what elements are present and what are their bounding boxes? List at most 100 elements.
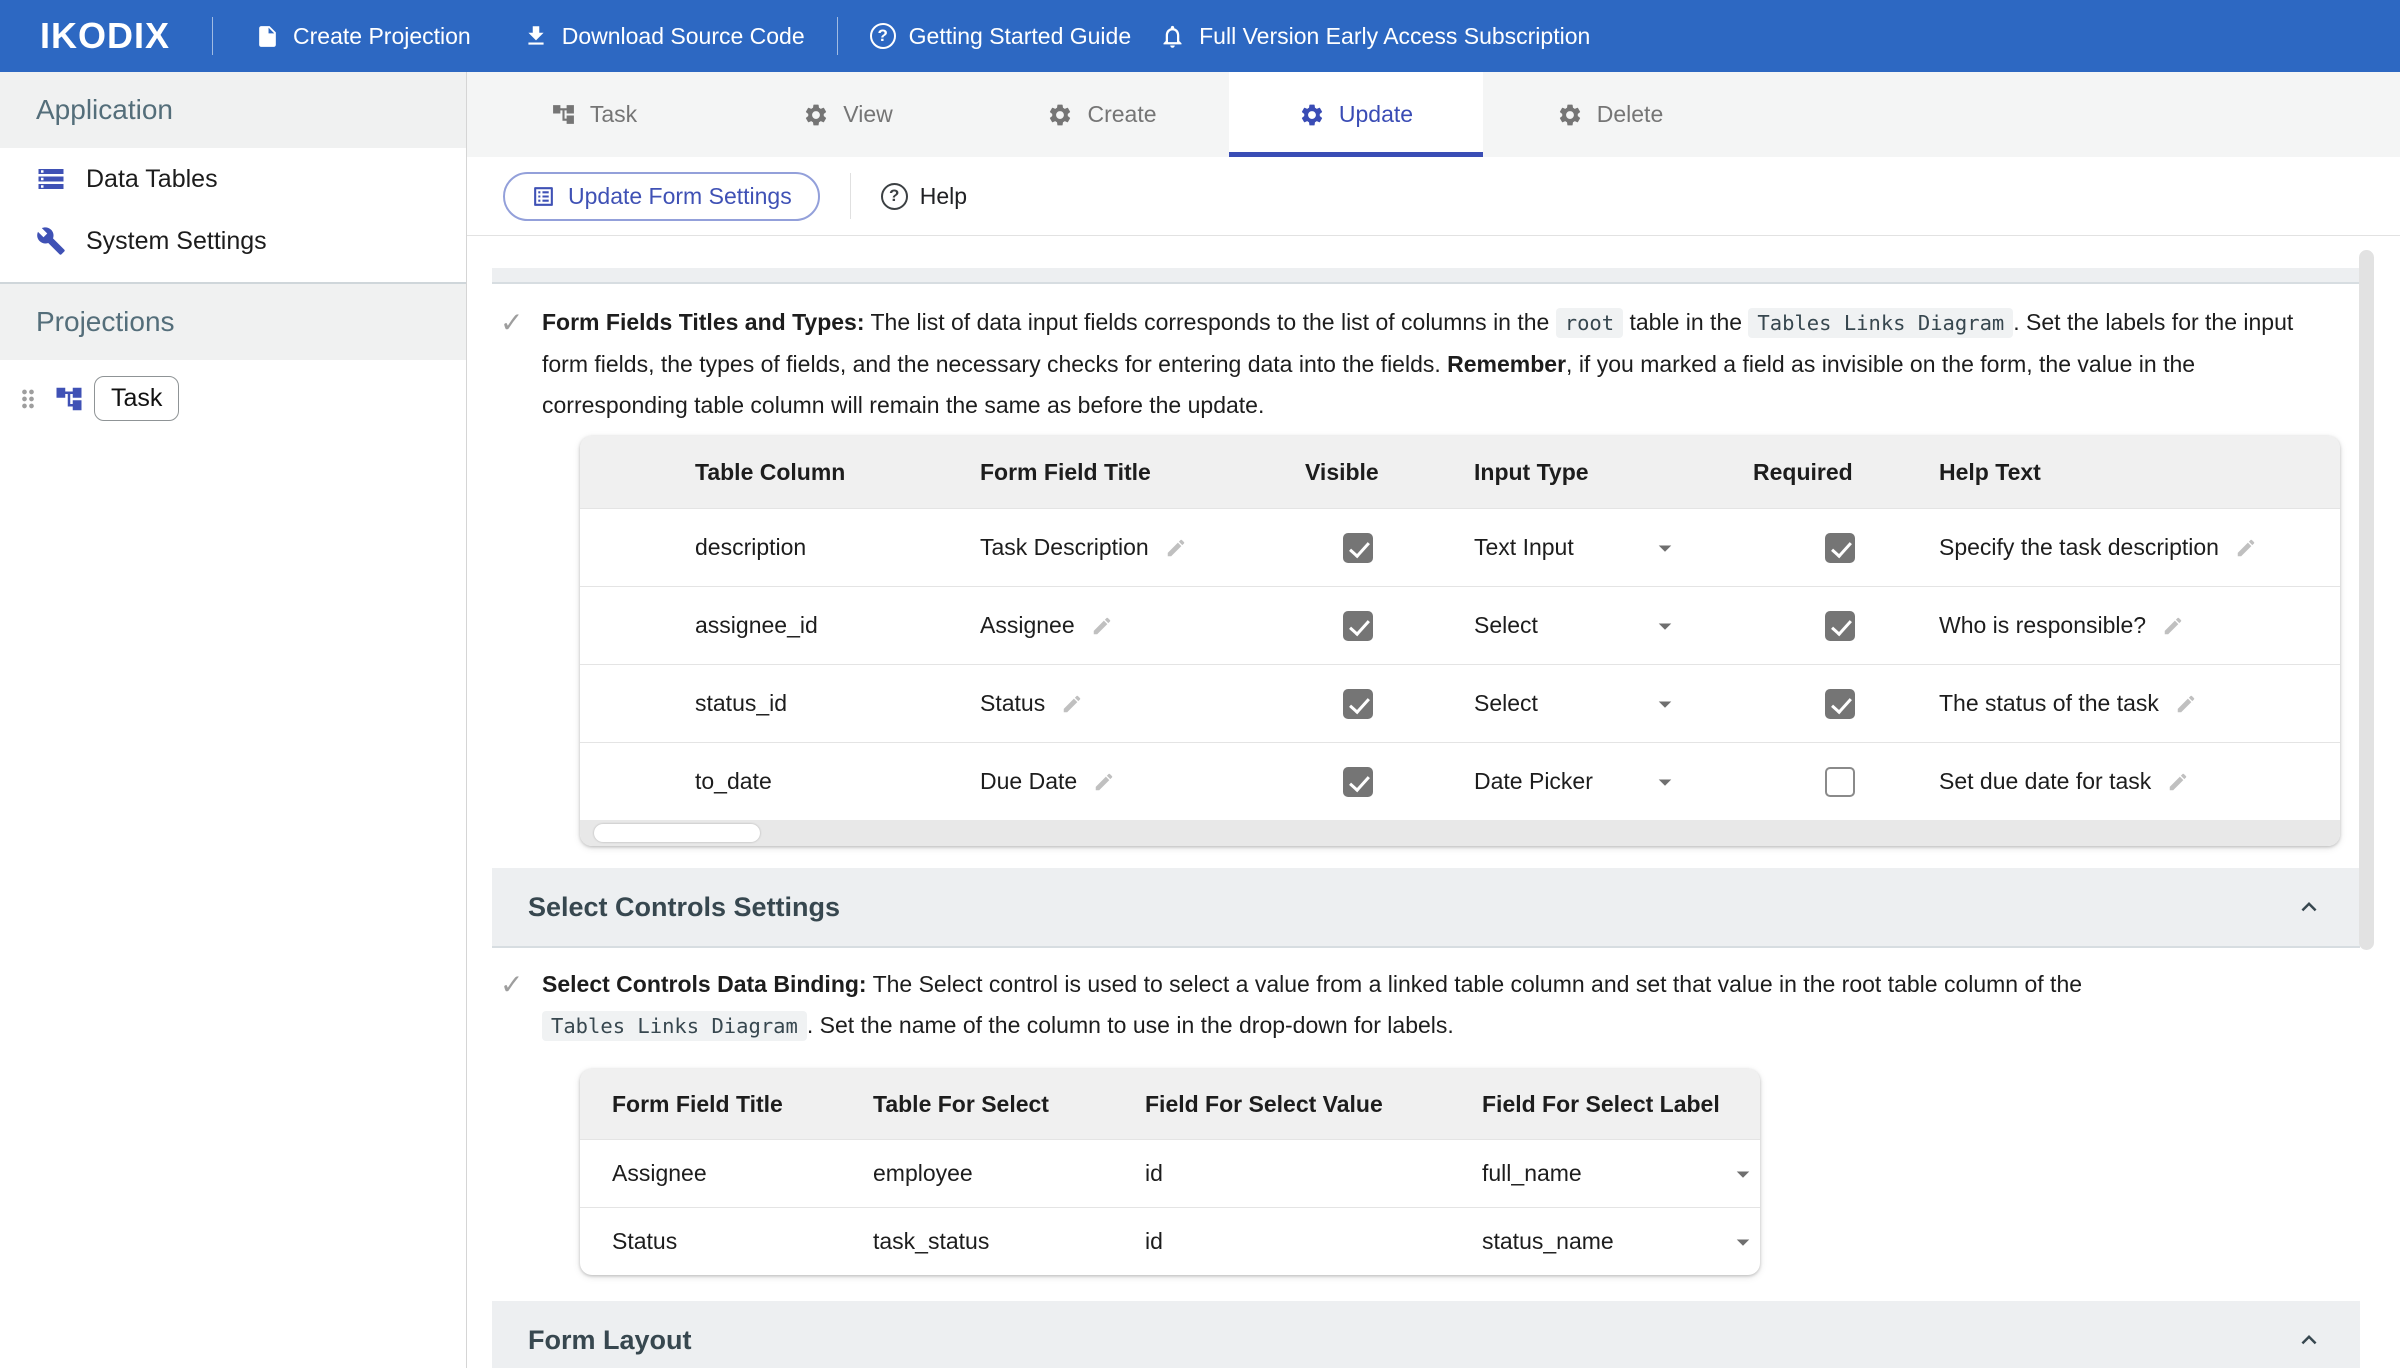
form-field-title-value: Task Description	[980, 534, 1149, 561]
top-bar: IKODIX Create Projection Download Source…	[0, 0, 2400, 72]
chevron-up-icon[interactable]	[2294, 1325, 2324, 1355]
tab-update[interactable]: Update	[1229, 72, 1483, 157]
field-for-select-value: id	[1145, 1228, 1482, 1255]
edit-icon[interactable]	[2167, 771, 2189, 793]
intro-text: . Set the name of the column to use in t…	[807, 1012, 1454, 1038]
edit-icon[interactable]	[1061, 693, 1083, 715]
intro-bold: Form Fields Titles and Types:	[542, 309, 865, 335]
section-select-controls-settings[interactable]: Select Controls Settings	[492, 868, 2360, 948]
table-for-select-value: task_status	[873, 1228, 1145, 1255]
form-grid-icon	[531, 184, 556, 209]
wrench-icon	[36, 226, 66, 256]
topbar-divider	[837, 17, 838, 55]
sidebar-section-application: Application	[0, 72, 466, 148]
chevron-down-icon[interactable]	[1728, 1159, 1758, 1189]
form-field-title-value: Status	[612, 1228, 873, 1255]
check-icon	[500, 964, 526, 1047]
chevron-down-icon[interactable]	[1650, 689, 1680, 719]
edit-icon[interactable]	[1165, 537, 1187, 559]
tab-delete[interactable]: Delete	[1483, 72, 1737, 157]
input-type-select[interactable]: Text Input	[1474, 534, 1574, 561]
form-field-title-value: Due Date	[980, 768, 1077, 795]
chevron-down-icon[interactable]	[1728, 1227, 1758, 1257]
intro-bold: Remember	[1447, 351, 1566, 377]
table-for-select-value: employee	[873, 1160, 1145, 1187]
form-field-title-value: Assignee	[980, 612, 1075, 639]
field-for-select-label-select[interactable]: full_name	[1482, 1160, 1582, 1187]
tab-update-label: Update	[1339, 101, 1413, 128]
input-type-select[interactable]: Select	[1474, 690, 1538, 717]
table-row: Assignee employee id full_name	[580, 1139, 1760, 1207]
help-icon: ?	[881, 183, 908, 210]
topbar-divider	[212, 17, 213, 55]
download-source-code-button[interactable]: Download Source Code	[523, 23, 805, 50]
projection-task-chip[interactable]: Task	[94, 376, 179, 421]
sidebar-item-system-settings[interactable]: System Settings	[0, 210, 466, 272]
chevron-up-icon[interactable]	[2294, 892, 2324, 922]
required-checkbox[interactable]	[1825, 611, 1855, 641]
field-for-select-label-select[interactable]: status_name	[1482, 1228, 1614, 1255]
question-icon: ?	[870, 23, 896, 49]
edit-icon[interactable]	[2162, 615, 2184, 637]
required-checkbox[interactable]	[1825, 533, 1855, 563]
chevron-down-icon[interactable]	[1650, 611, 1680, 641]
subscription-button[interactable]: Full Version Early Access Subscription	[1159, 23, 1590, 50]
table-row: assignee_id Assignee Select Who is respo…	[580, 586, 2340, 664]
header-form-field-title: Form Field Title	[980, 459, 1305, 486]
table-row: status_id Status Select The status of th…	[580, 664, 2340, 742]
update-form-settings-label: Update Form Settings	[568, 183, 792, 210]
edit-icon[interactable]	[1091, 615, 1113, 637]
tab-create[interactable]: Create	[975, 72, 1229, 157]
getting-started-guide-button[interactable]: ? Getting Started Guide	[870, 23, 1131, 50]
input-type-select[interactable]: Date Picker	[1474, 768, 1593, 795]
help-text-value: The status of the task	[1939, 690, 2159, 717]
visible-checkbox[interactable]	[1343, 611, 1373, 641]
tab-view-label: View	[843, 101, 892, 128]
select-controls-intro: Select Controls Data Binding: The Select…	[500, 964, 2400, 1047]
help-text-value: Who is responsible?	[1939, 612, 2146, 639]
edit-icon[interactable]	[2175, 693, 2197, 715]
form-field-title-value: Assignee	[612, 1160, 873, 1187]
getting-started-guide-label: Getting Started Guide	[909, 23, 1131, 50]
form-fields-intro: Form Fields Titles and Types: The list o…	[500, 302, 2400, 426]
tab-task[interactable]: Task	[467, 72, 721, 157]
toolbar: Update Form Settings ? Help	[467, 157, 2400, 236]
edit-icon[interactable]	[2235, 537, 2257, 559]
document-icon	[255, 24, 280, 49]
chevron-down-icon[interactable]	[1650, 533, 1680, 563]
sidebar-item-data-tables[interactable]: Data Tables	[0, 148, 466, 210]
tab-bar: Task View Create	[467, 72, 2400, 157]
help-button[interactable]: ? Help	[881, 183, 967, 210]
system-settings-label: System Settings	[86, 227, 267, 256]
chevron-down-icon[interactable]	[1650, 767, 1680, 797]
visible-checkbox[interactable]	[1343, 767, 1373, 797]
sidebar: Application Data Tables System Settings …	[0, 72, 467, 1368]
download-source-code-label: Download Source Code	[562, 23, 805, 50]
select-controls-table: Form Field Title Table For Select Field …	[580, 1069, 1760, 1275]
required-checkbox[interactable]	[1825, 767, 1855, 797]
update-form-settings-button[interactable]: Update Form Settings	[503, 172, 820, 221]
visible-checkbox[interactable]	[1343, 533, 1373, 563]
check-icon	[500, 302, 526, 426]
table-column-value: to_date	[695, 768, 980, 795]
horizontal-scrollbar-thumb[interactable]	[594, 824, 760, 842]
table-horizontal-scrollbar[interactable]	[580, 820, 2340, 846]
intro-text: table in the	[1623, 309, 1748, 335]
tab-delete-label: Delete	[1597, 101, 1663, 128]
tab-view[interactable]: View	[721, 72, 975, 157]
header-form-field-title: Form Field Title	[612, 1091, 873, 1118]
section-form-layout[interactable]: Form Layout	[492, 1301, 2360, 1368]
form-fields-intro-text: Form Fields Titles and Types: The list o…	[542, 302, 2300, 426]
drag-handle-icon[interactable]	[14, 385, 42, 413]
input-type-select[interactable]: Select	[1474, 612, 1538, 639]
bell-icon	[1159, 23, 1186, 50]
application-header-label: Application	[36, 94, 173, 126]
create-projection-button[interactable]: Create Projection	[255, 23, 471, 50]
vertical-scrollbar-thumb[interactable]	[2359, 250, 2374, 950]
storage-icon	[36, 164, 66, 194]
edit-icon[interactable]	[1093, 771, 1115, 793]
required-checkbox[interactable]	[1825, 689, 1855, 719]
visible-checkbox[interactable]	[1343, 689, 1373, 719]
toolbar-divider	[850, 173, 851, 219]
table-row: to_date Due Date Date Picker Set due dat…	[580, 742, 2340, 820]
